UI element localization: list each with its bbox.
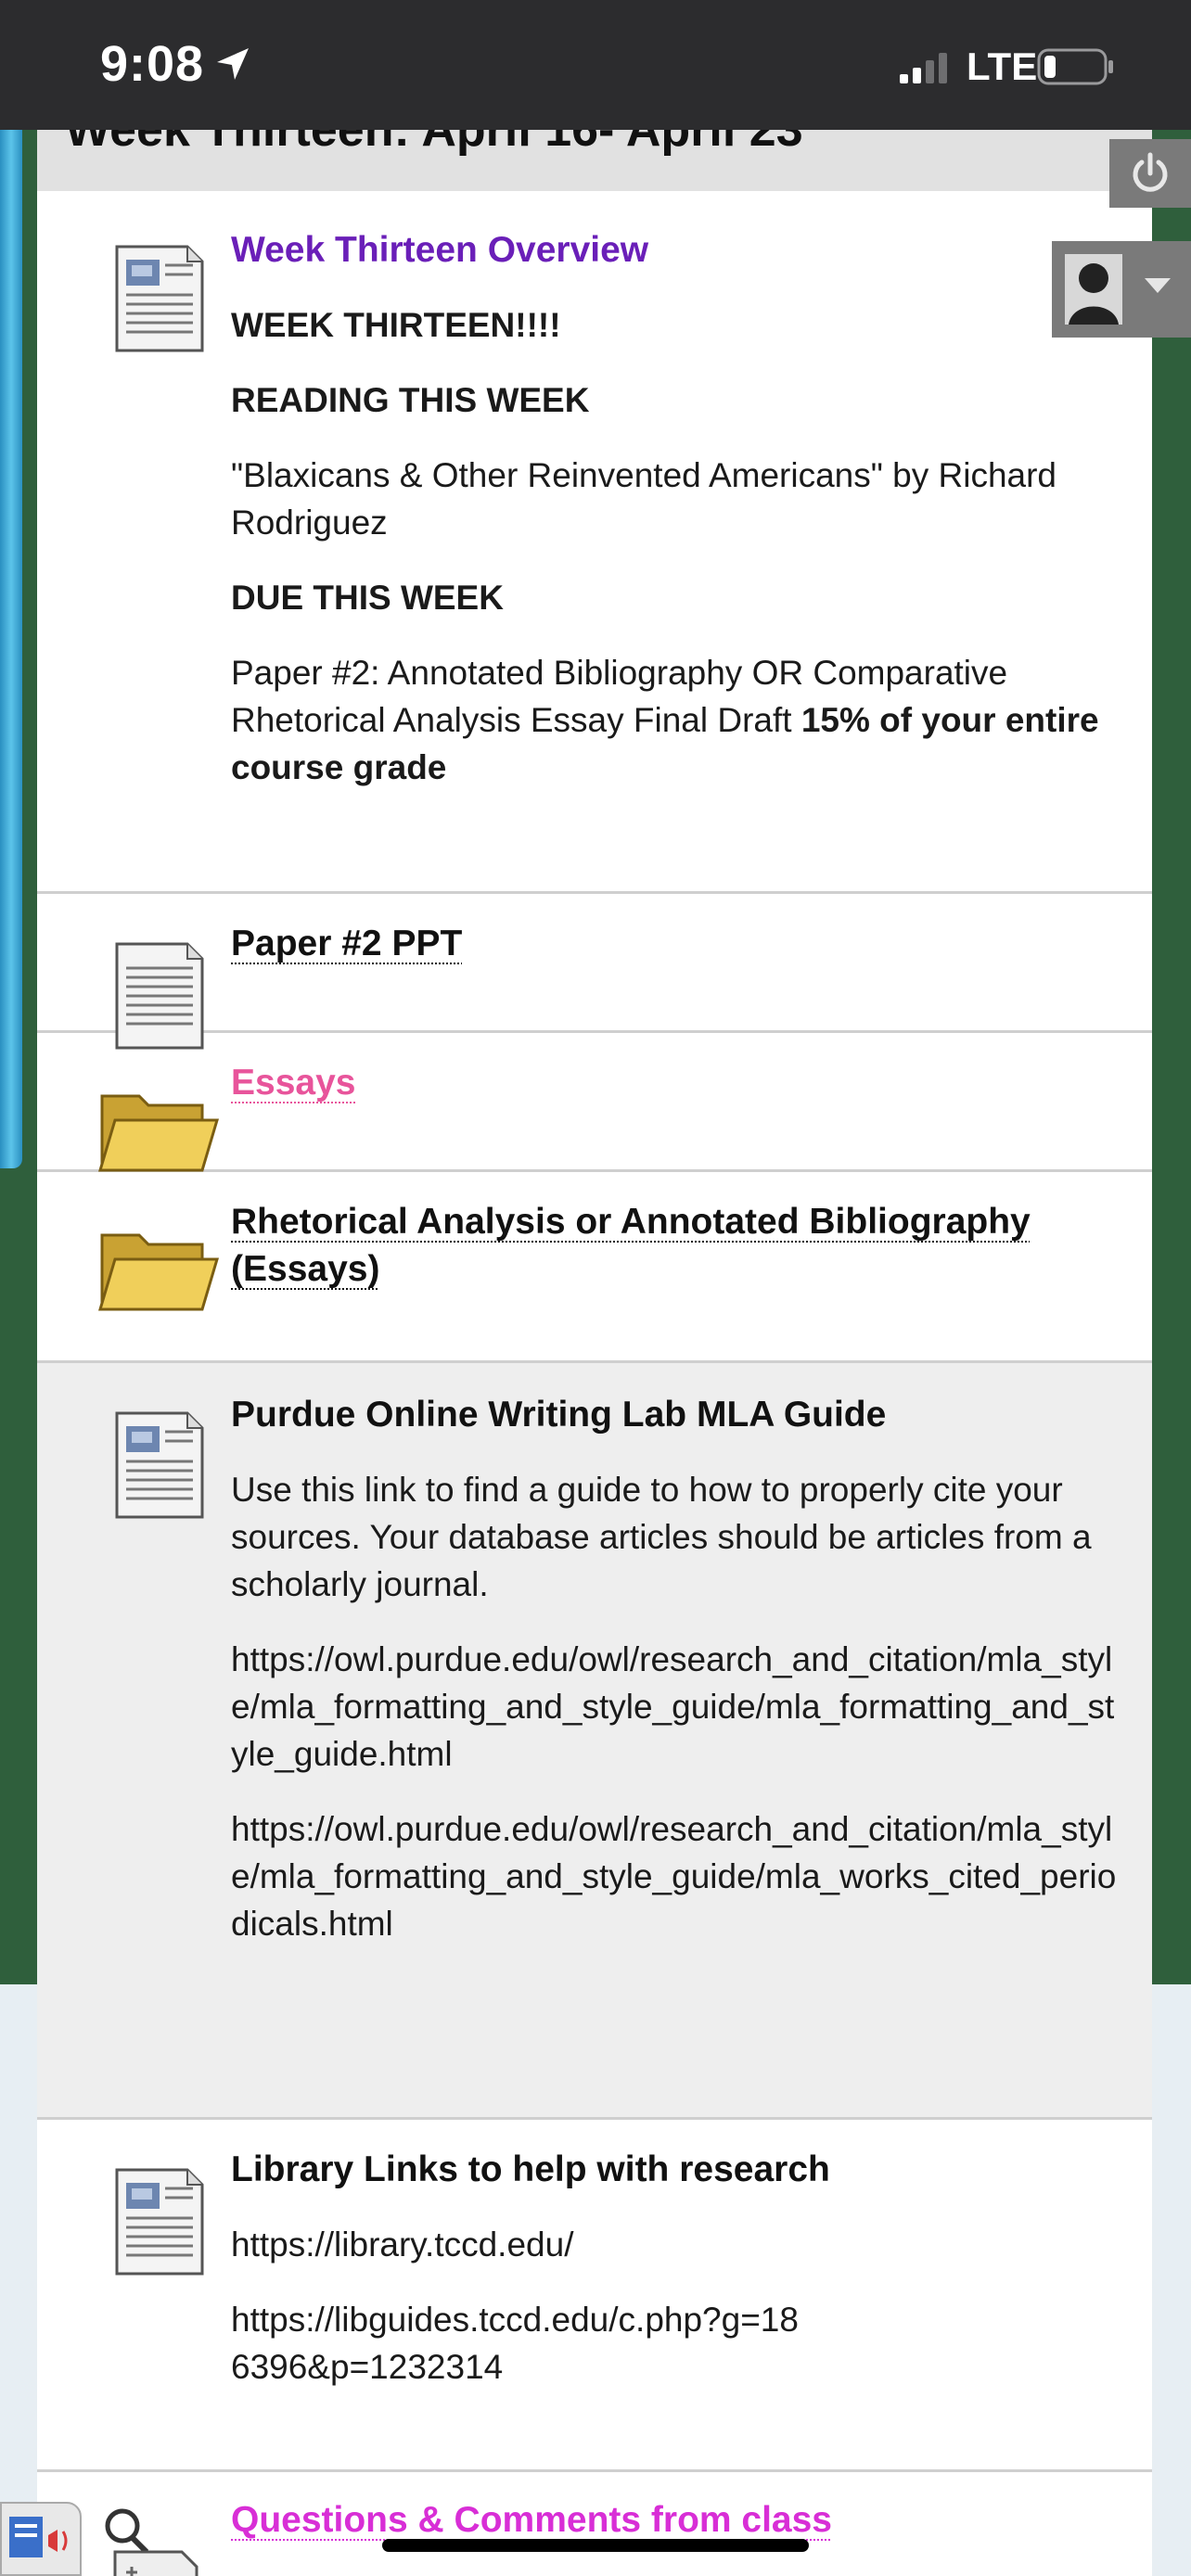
reading-heading: READING THIS WEEK (231, 381, 590, 420)
signal-icon (900, 53, 947, 83)
content-item-library: Library Links to help with research http… (37, 2120, 1152, 2472)
content-item-questions: Questions & Comments from class (37, 2472, 1152, 2576)
content-item-essays: Essays (37, 1033, 1152, 1172)
due-text: Paper #2: Annotated Bibliography OR Comp… (231, 649, 1128, 791)
power-icon (1133, 152, 1168, 192)
due-heading: DUE THIS WEEK (231, 579, 504, 618)
side-accent-bar (0, 130, 22, 1168)
purdue-title: Purdue Online Writing Lab MLA Guide (231, 1395, 887, 1435)
library-url-1[interactable]: https://library.tccd.edu/ (231, 2221, 1128, 2268)
content-item-paper-ppt: Paper #2 PPT (37, 894, 1152, 1050)
essays-body: Essays (231, 1059, 1128, 1106)
week-header: Week Thirteen: April 16- April 23 (37, 130, 1152, 191)
folder-icon (98, 1094, 220, 1172)
library-body: Library Links to help with research http… (231, 2146, 1128, 2391)
document-icon (115, 2168, 204, 2276)
discussion-icon (105, 2508, 198, 2576)
status-bar: 9:08 LTE (0, 0, 1191, 130)
profile-menu-button[interactable] (1052, 241, 1191, 338)
purdue-body: Purdue Online Writing Lab MLA Guide Use … (231, 1391, 1128, 1947)
rhetorical-body: Rhetorical Analysis or Annotated Bibliog… (231, 1198, 1128, 1294)
read-aloud-widget[interactable] (0, 2502, 82, 2576)
document-icon (115, 245, 204, 352)
questions-link[interactable]: Questions & Comments from class (231, 2496, 1128, 2544)
library-title: Library Links to help with research (231, 2149, 830, 2189)
content-item-rhetorical: Rhetorical Analysis or Annotated Bibliog… (37, 1172, 1152, 1363)
network-label: LTE (967, 45, 1038, 88)
purdue-description: Use this link to find a guide to how to … (231, 1471, 1092, 1604)
paper-ppt-link[interactable]: Paper #2 PPT (231, 920, 1128, 967)
essays-link[interactable]: Essays (231, 1059, 1128, 1106)
paper-ppt-body: Paper #2 PPT (231, 920, 1128, 967)
location-icon (217, 48, 249, 80)
overview-link[interactable]: Week Thirteen Overview (231, 226, 1128, 274)
chevron-down-icon (1145, 278, 1171, 293)
content-item-overview: Week Thirteen Overview WEEK THIRTEEN!!!!… (37, 191, 1152, 894)
status-time: 9:08 (100, 36, 205, 92)
avatar-icon (1065, 254, 1122, 325)
rhetorical-link[interactable]: Rhetorical Analysis or Annotated Bibliog… (231, 1198, 1128, 1294)
questions-body: Questions & Comments from class (231, 2496, 1128, 2544)
purdue-url-1[interactable]: https://owl.purdue.edu/owl/research_and_… (231, 1636, 1128, 1778)
folder-icon (98, 1233, 220, 1311)
power-button[interactable] (1109, 139, 1191, 208)
battery-icon (1037, 48, 1113, 85)
reading-text: "Blaxicans & Other Reinvented Americans"… (231, 456, 1057, 542)
content-card: Week Thirteen: April 16- April 23 Week T… (37, 130, 1152, 2576)
purdue-url-2[interactable]: https://owl.purdue.edu/owl/research_and_… (231, 1805, 1128, 1947)
week-title: Week Thirteen: April 16- April 23 (65, 130, 803, 157)
library-url-2[interactable]: https://libguides.tccd.edu/c.php?g=18639… (231, 2296, 806, 2391)
home-indicator[interactable] (382, 2539, 809, 2552)
overview-heading: WEEK THIRTEEN!!!! (231, 306, 561, 345)
overview-body: Week Thirteen Overview WEEK THIRTEEN!!!!… (231, 226, 1128, 791)
document-icon (115, 1411, 204, 1519)
speaker-icon (9, 2517, 68, 2557)
content-item-purdue: Purdue Online Writing Lab MLA Guide Use … (37, 1363, 1152, 2120)
background-strip (1152, 130, 1191, 1984)
